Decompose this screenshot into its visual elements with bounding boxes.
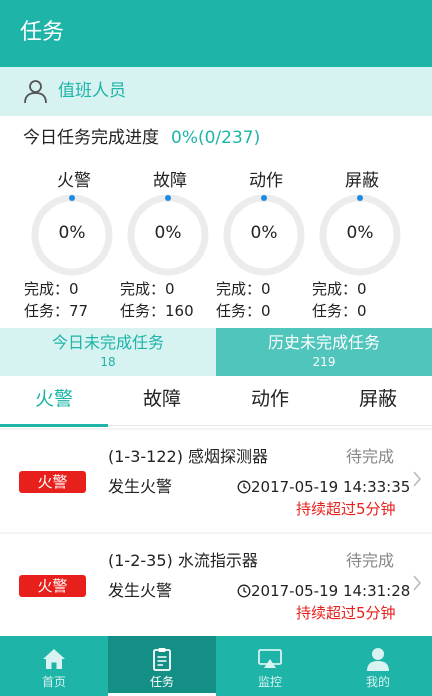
nav-home[interactable]: 首页 bbox=[0, 636, 108, 696]
stat-task-label: 任务： bbox=[24, 302, 70, 320]
history-unfinished-label: 历史未完成任务 bbox=[267, 333, 380, 352]
duty-personnel-bar[interactable]: 值班人员 bbox=[0, 67, 432, 116]
stat-name: 故障 bbox=[153, 171, 187, 191]
today-unfinished-count: 18 bbox=[100, 355, 116, 369]
today-unfinished-label: 今日未完成任务 bbox=[51, 333, 164, 352]
event-type: 发生火警 bbox=[108, 477, 173, 496]
person-icon bbox=[24, 80, 47, 104]
event-time: 2017-05-19 14:31:28 bbox=[251, 582, 411, 600]
nav-home-label: 首页 bbox=[41, 675, 66, 689]
task-item[interactable]: 火警 (1-2-35) 水流指示器 待完成 发生火警 2017-05-19 14… bbox=[0, 534, 432, 636]
stat-done-value: 0 bbox=[261, 280, 271, 298]
category-tabs: 火警 故障 动作 屏蔽 bbox=[0, 376, 432, 427]
page-title: 任务 bbox=[20, 20, 65, 45]
stat-task: 任务：77 bbox=[24, 300, 88, 322]
tab-fire[interactable]: 火警 bbox=[0, 376, 108, 427]
stat-done: 完成：0 bbox=[120, 278, 175, 300]
stat-done-value: 0 bbox=[69, 280, 79, 298]
chevron-right-icon bbox=[413, 471, 422, 487]
alarm-type-badge: 火警 bbox=[19, 575, 86, 597]
stat-fault[interactable]: 故障 0% 完成：0 任务：160 bbox=[120, 165, 218, 325]
daily-progress: 今日任务完成进度 0%(0/237) bbox=[23, 126, 260, 150]
stat-percent: 0% bbox=[58, 223, 86, 243]
clipboard-icon bbox=[153, 648, 171, 671]
tab-action[interactable]: 动作 bbox=[216, 376, 324, 426]
today-unfinished-button[interactable]: 今日未完成任务 18 bbox=[0, 328, 216, 376]
stat-action[interactable]: 动作 0% 完成：0 任务：0 bbox=[216, 165, 314, 325]
stat-done-label: 完成： bbox=[216, 280, 262, 298]
stat-task-label: 任务： bbox=[216, 302, 262, 320]
user-icon bbox=[367, 648, 389, 671]
stat-done: 完成：0 bbox=[216, 278, 271, 300]
duty-personnel-label: 值班人员 bbox=[58, 81, 126, 101]
stat-done-value: 0 bbox=[357, 280, 367, 298]
stat-name: 动作 bbox=[249, 171, 283, 191]
app-header: 任务 bbox=[0, 0, 432, 67]
chevron-right-icon bbox=[413, 575, 422, 591]
daily-progress-label: 今日任务完成进度 bbox=[23, 128, 159, 148]
tab-shield[interactable]: 屏蔽 bbox=[324, 376, 432, 426]
stat-task-value: 160 bbox=[165, 302, 194, 320]
stat-done: 完成：0 bbox=[24, 278, 79, 300]
duration-warning: 持续超过5分钟 bbox=[296, 500, 396, 518]
stat-task-label: 任务： bbox=[120, 302, 166, 320]
nav-tasks[interactable]: 任务 bbox=[108, 636, 216, 696]
stat-task-value: 0 bbox=[357, 302, 367, 320]
daily-progress-value: 0%(0/237) bbox=[171, 128, 261, 148]
nav-profile[interactable]: 我的 bbox=[324, 636, 432, 696]
event-type: 发生火警 bbox=[108, 581, 173, 600]
category-stats: 火警 0% 完成：0 任务：77 故障 0% 完成：0 任务：160 动作 0%… bbox=[0, 165, 432, 325]
task-status: 待完成 bbox=[346, 447, 395, 466]
stat-done-label: 完成： bbox=[24, 280, 70, 298]
alarm-type-badge: 火警 bbox=[19, 471, 86, 493]
stat-task: 任务：0 bbox=[312, 300, 367, 322]
stat-name: 屏蔽 bbox=[345, 171, 379, 191]
stat-percent: 0% bbox=[346, 223, 374, 243]
stat-task: 任务：0 bbox=[216, 300, 271, 322]
tab-fault[interactable]: 故障 bbox=[108, 376, 216, 426]
clock-icon bbox=[237, 480, 251, 494]
home-icon bbox=[43, 649, 65, 669]
history-unfinished-button[interactable]: 历史未完成任务 219 bbox=[216, 328, 432, 376]
nav-tasks-label: 任务 bbox=[149, 675, 174, 689]
stat-name: 火警 bbox=[57, 171, 91, 191]
stat-task: 任务：160 bbox=[120, 300, 194, 322]
task-scope-switch: 今日未完成任务 18 历史未完成任务 219 bbox=[0, 328, 432, 376]
stat-task-value: 77 bbox=[69, 302, 89, 320]
duration-warning: 持续超过5分钟 bbox=[296, 604, 396, 622]
task-status: 待完成 bbox=[346, 551, 395, 570]
stat-task-value: 0 bbox=[261, 302, 271, 320]
task-list: 火警 (1-3-122) 感烟探测器 待完成 发生火警 2017-05-19 1… bbox=[0, 428, 432, 636]
stat-task-label: 任务： bbox=[312, 302, 358, 320]
task-item[interactable]: 火警 (1-3-122) 感烟探测器 待完成 发生火警 2017-05-19 1… bbox=[0, 430, 432, 532]
event-time: 2017-05-19 14:33:35 bbox=[251, 478, 411, 496]
device-name: (1-3-122) 感烟探测器 bbox=[108, 447, 269, 466]
stat-percent: 0% bbox=[250, 223, 278, 243]
nav-monitor-label: 监控 bbox=[257, 675, 282, 689]
clock-icon bbox=[237, 584, 251, 598]
stat-fire[interactable]: 火警 0% 完成：0 任务：77 bbox=[24, 165, 122, 325]
stat-shield[interactable]: 屏蔽 0% 完成：0 任务：0 bbox=[312, 165, 410, 325]
history-unfinished-count: 219 bbox=[312, 355, 336, 369]
stat-done-label: 完成： bbox=[120, 280, 166, 298]
nav-profile-label: 我的 bbox=[365, 675, 390, 689]
stat-done-label: 完成： bbox=[312, 280, 358, 298]
monitor-icon bbox=[258, 649, 282, 668]
nav-monitor[interactable]: 监控 bbox=[216, 636, 324, 696]
bottom-nav: 首页 任务 监控 我的 bbox=[0, 636, 432, 696]
device-name: (1-2-35) 水流指示器 bbox=[108, 551, 258, 570]
stat-done-value: 0 bbox=[165, 280, 175, 298]
stat-percent: 0% bbox=[154, 223, 182, 243]
stat-done: 完成：0 bbox=[312, 278, 367, 300]
